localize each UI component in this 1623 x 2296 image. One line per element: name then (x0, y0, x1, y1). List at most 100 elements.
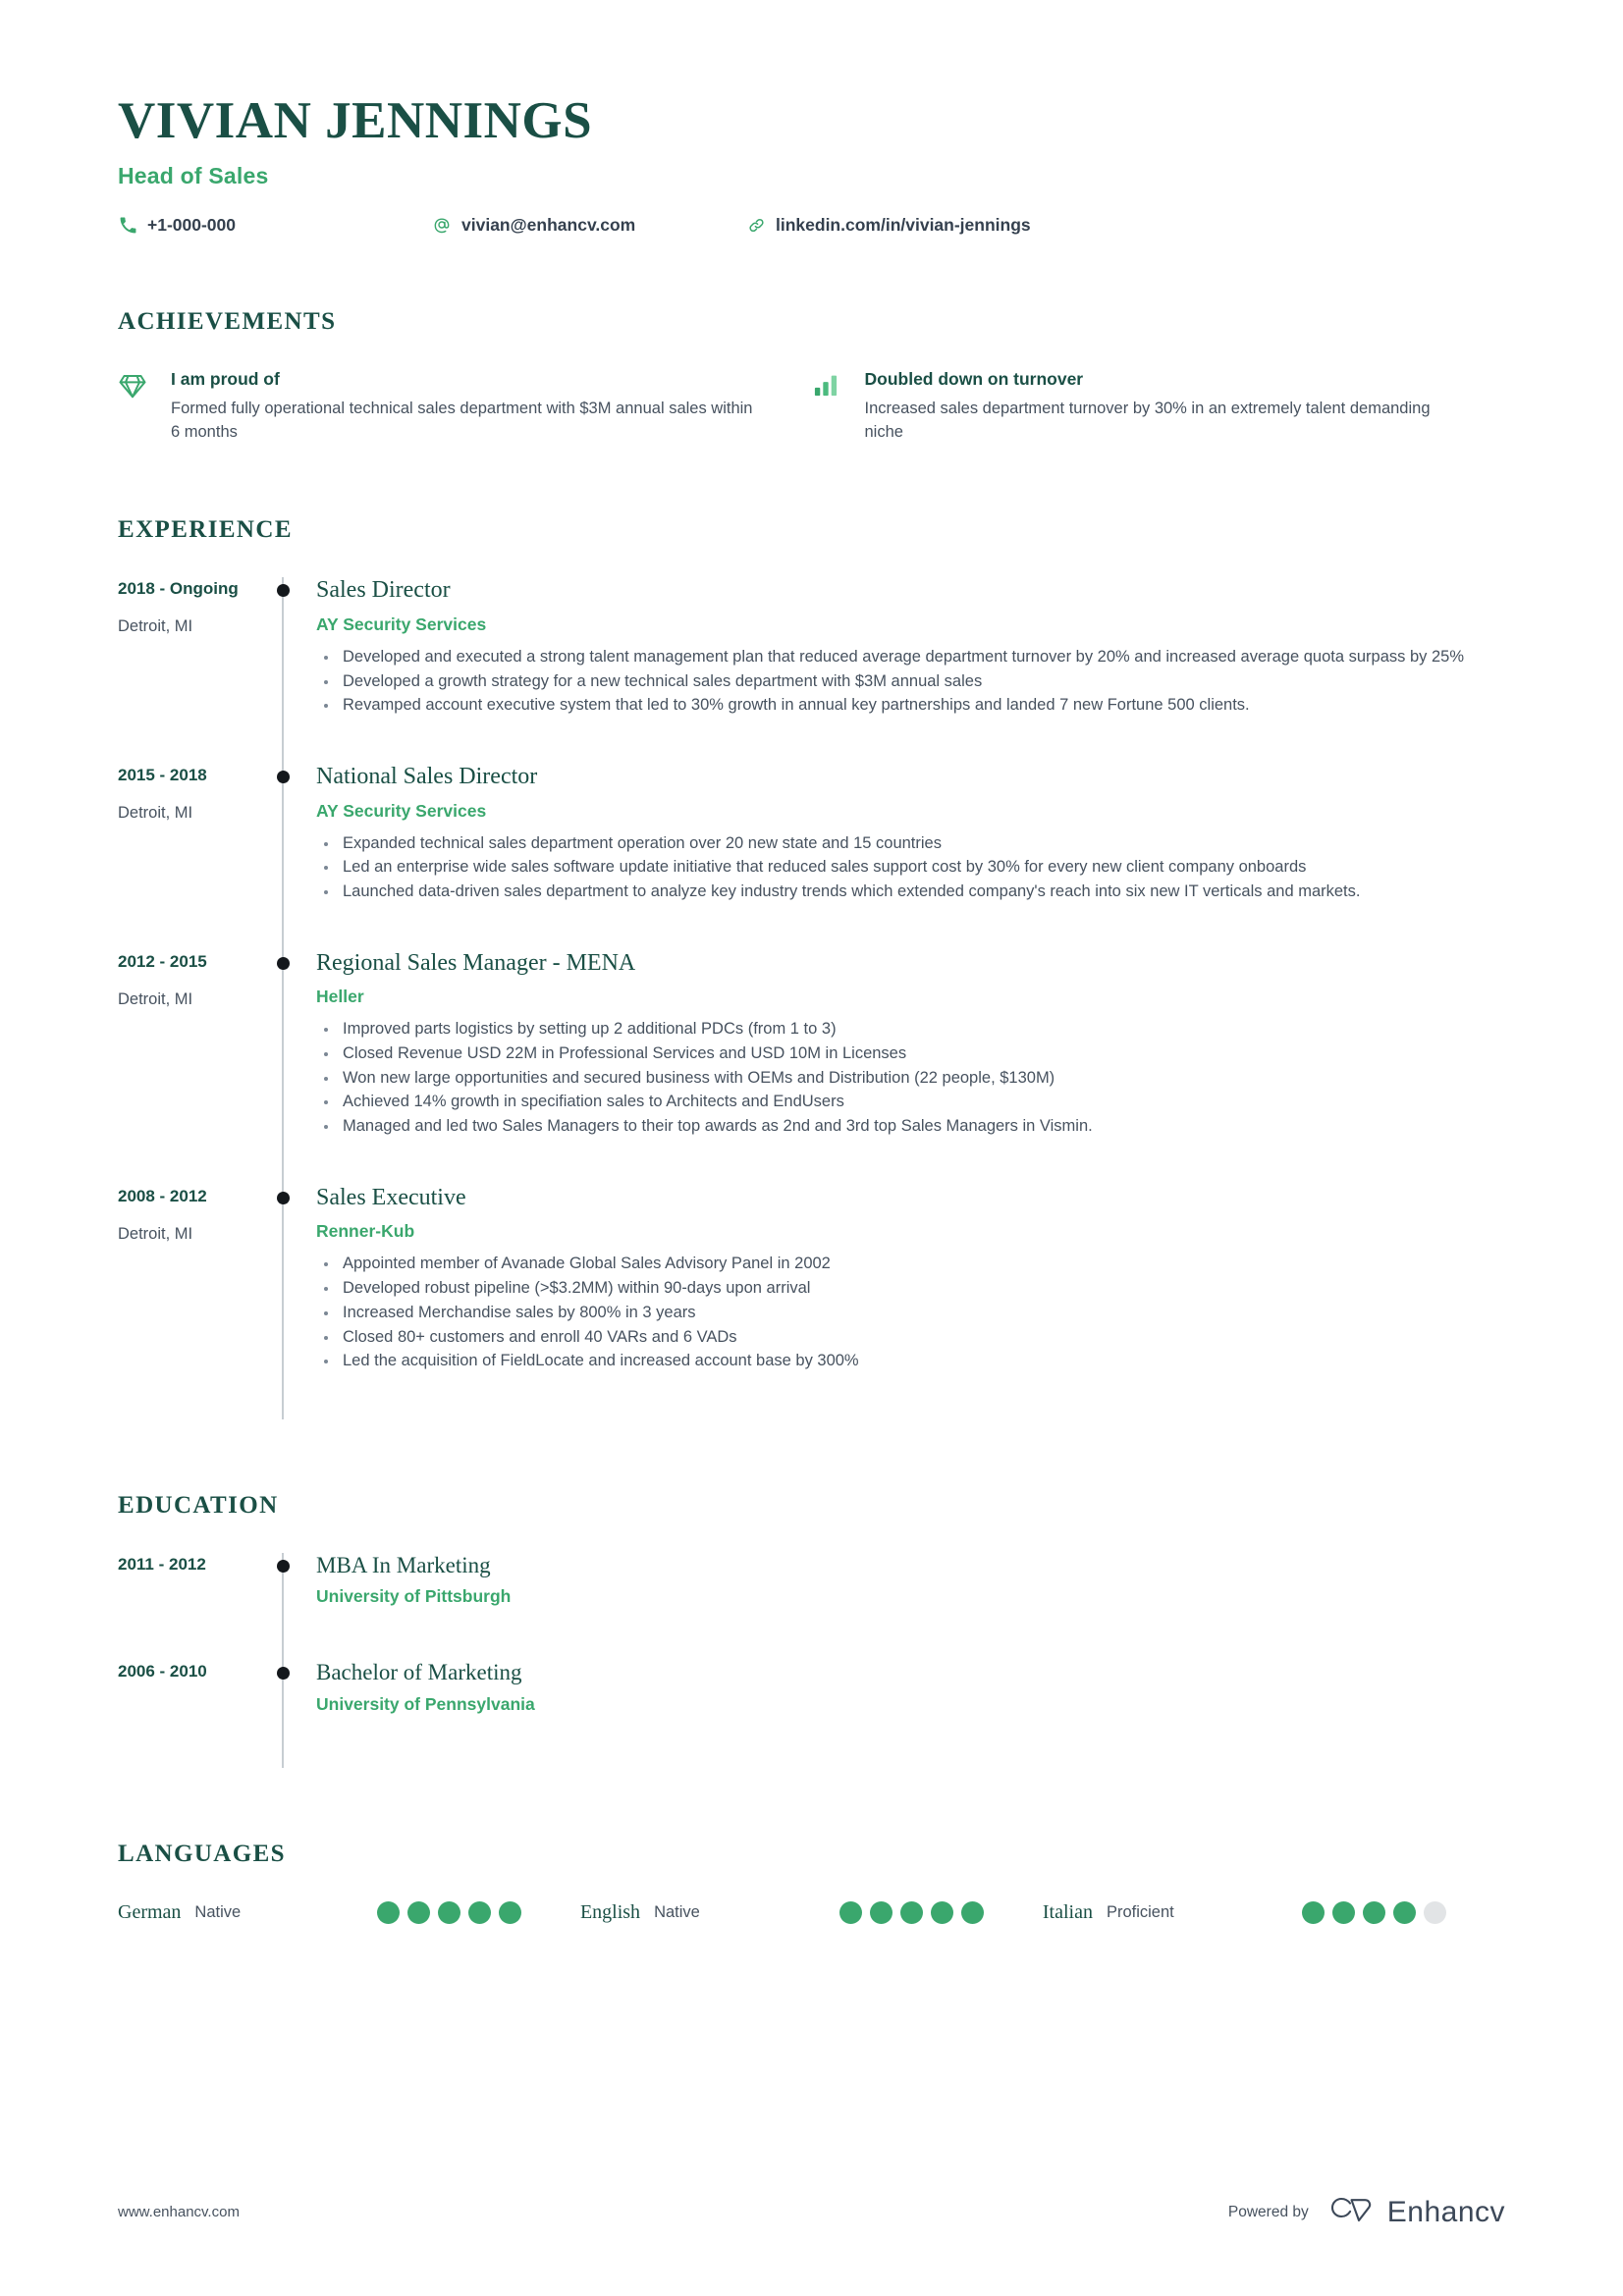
experience-entry: 2008 - 2012 Detroit, MI Sales Executive … (118, 1184, 1505, 1420)
language-level: Native (654, 1902, 700, 1921)
achievements-section: ACHIEVEMENTS I am proud of Formed fully … (118, 308, 1505, 445)
entry-company: AY Security Services (316, 614, 487, 634)
entry-location: Detroit, MI (118, 1224, 193, 1243)
language-name: English (579, 1900, 641, 1923)
bullet-item: Increased Merchandise sales by 800% in 3… (316, 1302, 1505, 1325)
language-item: English Native (579, 1900, 1043, 1924)
rating-dot-filled (1331, 1900, 1355, 1924)
rating-dot-filled (1301, 1900, 1325, 1924)
rating-dot-filled (1362, 1900, 1385, 1924)
language-rating (839, 1900, 1043, 1924)
resume-page: VIVIAN JENNINGS Head of Sales +1-000-000 (0, 0, 1623, 2296)
achievements-heading: ACHIEVEMENTS (118, 307, 337, 335)
entry-content: MBA In Marketing University of Pittsburg… (316, 1553, 1505, 1660)
contact-linkedin[interactable]: linkedin.com/in/vivian-jennings (746, 215, 1505, 236)
bullet-item: Developed a growth strategy for a new te… (316, 670, 1505, 694)
entry-degree: MBA In Marketing (316, 1553, 491, 1578)
entry-role: Regional Sales Manager - MENA (316, 949, 636, 976)
bullet-item: Appointed member of Avanade Global Sales… (316, 1253, 1505, 1276)
bullet-item: Revamped account executive system that l… (316, 694, 1505, 718)
entry-meta: 2015 - 2018 Detroit, MI (118, 764, 251, 950)
entry-content: Sales Executive Renner-Kub Appointed mem… (316, 1185, 1505, 1419)
timeline-dot (276, 1667, 290, 1681)
entry-company: Heller (316, 987, 364, 1007)
contact-phone-text: +1-000-000 (147, 214, 237, 235)
enhancv-logo-icon (1330, 2195, 1376, 2229)
timeline-rail (251, 1184, 316, 1420)
experience-section: EXPERIENCE 2018 - Ongoing Detroit, MI Sa… (118, 516, 1505, 1420)
bullet-item: Led an enterprise wide sales software up… (316, 856, 1505, 880)
achievement-description: Formed fully operational technical sales… (171, 399, 753, 441)
entry-content: Sales Director AY Security Services Deve… (316, 577, 1505, 764)
rating-dot-filled (960, 1900, 984, 1924)
timeline-rail (251, 1553, 316, 1661)
entry-location: Detroit, MI (118, 804, 193, 823)
footer-url[interactable]: www.enhancv.com (118, 2204, 240, 2220)
contact-email[interactable]: vivian@enhancv.com (432, 215, 746, 236)
languages-section: LANGUAGES German Native English Native I… (118, 1841, 1505, 1924)
entry-role: National Sales Director (316, 764, 538, 790)
footer-branding: Powered by Enhancv (1228, 2195, 1505, 2229)
timeline-dot (276, 584, 290, 598)
entry-date: 2015 - 2018 (118, 766, 207, 785)
entry-date: 2018 - Ongoing (118, 579, 239, 599)
timeline-rail (251, 1660, 316, 1768)
languages-row: German Native English Native Italian Pro… (118, 1900, 1505, 1924)
entry-content: National Sales Director AY Security Serv… (316, 764, 1505, 950)
phone-icon (118, 215, 137, 235)
bullet-item: Closed 80+ customers and enroll 40 VARs … (316, 1326, 1505, 1350)
entry-bullets: Appointed member of Avanade Global Sales… (316, 1253, 1505, 1373)
entry-meta: 2006 - 2010 (118, 1660, 251, 1767)
achievement-description: Increased sales department turnover by 3… (864, 399, 1431, 441)
link-icon (746, 215, 766, 235)
language-rating (1301, 1900, 1505, 1924)
bullet-item: Expanded technical sales department oper… (316, 832, 1505, 856)
brand-name: Enhancv (1386, 2195, 1505, 2228)
education-entry: 2011 - 2012 MBA In Marketing University … (118, 1553, 1505, 1661)
entry-meta: 2012 - 2015 Detroit, MI (118, 950, 251, 1185)
entry-date: 2011 - 2012 (118, 1555, 206, 1575)
entry-school: University of Pittsburgh (316, 1586, 512, 1607)
timeline-rail (251, 764, 316, 950)
bullet-item: Developed and executed a strong talent m… (316, 646, 1505, 669)
achievement-title: I am proud of (171, 368, 280, 389)
experience-entry: 2015 - 2018 Detroit, MI National Sales D… (118, 764, 1505, 950)
bullet-item: Led the acquisition of FieldLocate and i… (316, 1350, 1505, 1373)
language-level: Proficient (1106, 1902, 1174, 1921)
timeline-rail (251, 577, 316, 765)
rating-dot-filled (869, 1900, 893, 1924)
timeline-dot (276, 1560, 290, 1574)
education-section: EDUCATION 2011 - 2012 MBA In Marketing U… (118, 1492, 1505, 1768)
timeline-dot (276, 956, 290, 970)
bullet-item: Achieved 14% growth in specifiation sale… (316, 1091, 1505, 1114)
brand-logo: Enhancv (1330, 2195, 1505, 2229)
bullet-item: Closed Revenue USD 22M in Professional S… (316, 1042, 1505, 1066)
language-rating (376, 1900, 580, 1924)
rating-dot-filled (899, 1900, 923, 1924)
experience-heading: EXPERIENCE (118, 516, 293, 544)
bullet-item: Managed and led two Sales Managers to th… (316, 1115, 1505, 1139)
entry-location: Detroit, MI (118, 989, 193, 1008)
bullet-item: Won new large opportunities and secured … (316, 1067, 1505, 1091)
language-level: Native (194, 1902, 242, 1921)
timeline-dot (276, 771, 290, 784)
contact-phone[interactable]: +1-000-000 (118, 215, 432, 236)
contact-email-text: vivian@enhancv.com (461, 214, 636, 235)
bar-chart-icon (812, 369, 845, 445)
experience-entry: 2012 - 2015 Detroit, MI Regional Sales M… (118, 949, 1505, 1185)
timeline-line (282, 764, 284, 950)
rating-dot-filled (467, 1900, 491, 1924)
entry-bullets: Improved parts logistics by setting up 2… (316, 1018, 1505, 1139)
rating-dot-filled (498, 1900, 521, 1924)
entry-date: 2012 - 2015 (118, 951, 207, 971)
diamond-icon (118, 369, 151, 445)
achievement-title: Doubled down on turnover (864, 368, 1084, 389)
entry-meta: 2008 - 2012 Detroit, MI (118, 1185, 251, 1419)
rating-dot-empty (1423, 1900, 1446, 1924)
education-entry: 2006 - 2010 Bachelor of Marketing Univer… (118, 1660, 1505, 1768)
entry-bullets: Expanded technical sales department oper… (316, 832, 1505, 904)
page-title: VIVIAN JENNINGS (118, 92, 593, 149)
entry-date: 2006 - 2010 (118, 1662, 207, 1682)
bullet-item: Developed robust pipeline (>$3.2MM) with… (316, 1277, 1505, 1301)
language-item: Italian Proficient (1043, 1900, 1505, 1924)
